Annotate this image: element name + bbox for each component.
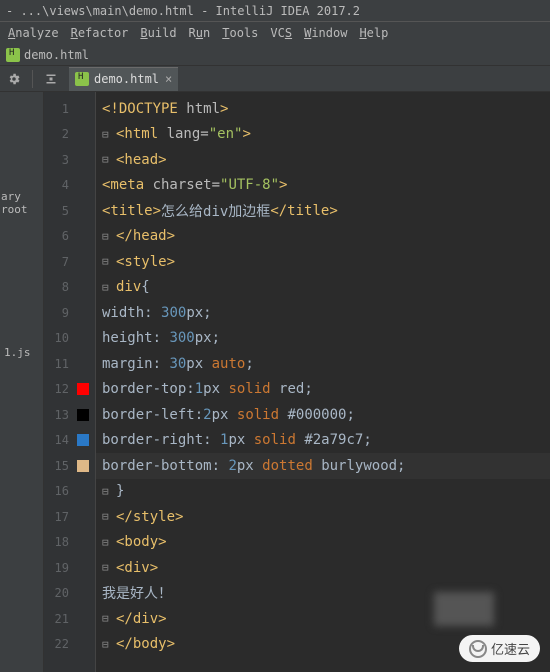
line-number[interactable]: 15	[44, 453, 95, 479]
line-number[interactable]: 20	[44, 581, 95, 607]
html-file-icon	[6, 48, 20, 62]
fold-icon[interactable]: ⊟	[102, 536, 112, 549]
fold-icon[interactable]: ⊟	[102, 561, 112, 574]
code-line[interactable]: ⊟<body>	[96, 530, 550, 556]
menu-run[interactable]: Run	[189, 26, 211, 40]
breadcrumb-file[interactable]: demo.html	[24, 48, 89, 62]
html-file-icon	[75, 72, 89, 86]
collapse-icon[interactable]	[43, 71, 59, 87]
watermark-text: 亿速云	[491, 639, 530, 658]
watermark: 亿速云	[459, 635, 540, 662]
code-line[interactable]: border-bottom: 2px dotted burlywood;	[96, 453, 550, 479]
line-number[interactable]: 21	[44, 606, 95, 632]
color-swatch-blue[interactable]	[77, 434, 89, 446]
code-line[interactable]: width: 300px;	[96, 300, 550, 326]
line-number[interactable]: 5	[44, 198, 95, 224]
code-line[interactable]: border-left:2px solid #000000;	[96, 402, 550, 428]
window-title: - ...\views\main\demo.html - IntelliJ ID…	[6, 4, 360, 18]
line-number[interactable]: 17	[44, 504, 95, 530]
code-editor[interactable]: <!DOCTYPE html> ⊟<html lang="en"> ⊟<head…	[96, 92, 550, 672]
menu-analyze[interactable]: Analyze	[8, 26, 59, 40]
code-line[interactable]: <meta charset="UTF-8">	[96, 173, 550, 199]
code-line[interactable]: <title>怎么给div加边框</title>	[96, 198, 550, 224]
fold-icon[interactable]: ⊟	[102, 638, 112, 651]
fold-icon[interactable]: ⊟	[102, 128, 112, 141]
menu-help[interactable]: Help	[359, 26, 388, 40]
menu-bar: Analyze Refactor Build Run Tools VCS Win…	[0, 22, 550, 44]
fold-icon[interactable]: ⊟	[102, 255, 112, 268]
line-number[interactable]: 13	[44, 402, 95, 428]
code-line[interactable]: margin: 30px auto;	[96, 351, 550, 377]
fold-icon[interactable]: ⊟	[102, 485, 112, 498]
tab-label: demo.html	[94, 72, 159, 86]
separator	[32, 70, 33, 88]
fold-icon[interactable]: ⊟	[102, 612, 112, 625]
code-line[interactable]: height: 300px;	[96, 326, 550, 352]
code-line[interactable]: ⊟ div{	[96, 275, 550, 301]
line-number[interactable]: 16	[44, 479, 95, 505]
code-line[interactable]: ⊟</head>	[96, 224, 550, 250]
menu-vcs[interactable]: VCS	[270, 26, 292, 40]
code-line[interactable]: ⊟<html lang="en">	[96, 122, 550, 148]
line-number[interactable]: 11	[44, 351, 95, 377]
settings-icon[interactable]	[6, 71, 22, 87]
fold-icon[interactable]: ⊟	[102, 230, 112, 243]
code-line[interactable]: border-top:1px solid red;	[96, 377, 550, 403]
line-number[interactable]: 3	[44, 147, 95, 173]
color-swatch-red[interactable]	[77, 383, 89, 395]
gutter: 1 2 3 4 5 6 7 8 9 10 11 12 13 14 15 16 1…	[44, 92, 96, 672]
line-number[interactable]: 6	[44, 224, 95, 250]
code-line[interactable]: ⊟<head>	[96, 147, 550, 173]
color-swatch-black[interactable]	[77, 409, 89, 421]
line-number[interactable]: 22	[44, 632, 95, 658]
line-number[interactable]: 19	[44, 555, 95, 581]
line-number[interactable]: 18	[44, 530, 95, 556]
code-line[interactable]: border-right: 1px solid #2a79c7;	[96, 428, 550, 454]
blurred-region	[434, 592, 494, 626]
menu-refactor[interactable]: Refactor	[71, 26, 129, 40]
close-icon[interactable]: ×	[165, 72, 172, 86]
line-number[interactable]: 8	[44, 275, 95, 301]
color-swatch-burlywood[interactable]	[77, 460, 89, 472]
code-line[interactable]: <!DOCTYPE html>	[96, 96, 550, 122]
line-number[interactable]: 9	[44, 300, 95, 326]
line-number[interactable]: 4	[44, 173, 95, 199]
line-number[interactable]: 12	[44, 377, 95, 403]
line-number[interactable]: 10	[44, 326, 95, 352]
window-title-bar: - ...\views\main\demo.html - IntelliJ ID…	[0, 0, 550, 22]
project-panel[interactable]: ary root 1.js	[0, 92, 44, 672]
menu-tools[interactable]: Tools	[222, 26, 258, 40]
menu-window[interactable]: Window	[304, 26, 347, 40]
code-line[interactable]: ⊟ <div>	[96, 555, 550, 581]
breadcrumb-bar: demo.html	[0, 44, 550, 66]
line-number[interactable]: 2	[44, 122, 95, 148]
line-number[interactable]: 14	[44, 428, 95, 454]
fold-icon[interactable]: ⊟	[102, 153, 112, 166]
main-area: ary root 1.js 1 2 3 4 5 6 7 8 9 10 11 12…	[0, 92, 550, 672]
library-root-label: ary root	[0, 188, 43, 218]
code-line[interactable]: ⊟ }	[96, 479, 550, 505]
code-line[interactable]: ⊟<style>	[96, 249, 550, 275]
menu-build[interactable]: Build	[140, 26, 176, 40]
js-file-label[interactable]: 1.js	[4, 346, 31, 359]
cloud-icon	[469, 640, 487, 658]
fold-icon[interactable]: ⊟	[102, 281, 112, 294]
tab-bar: demo.html ×	[69, 66, 178, 92]
line-number[interactable]: 7	[44, 249, 95, 275]
line-number[interactable]: 1	[44, 96, 95, 122]
tab-demo-html[interactable]: demo.html ×	[69, 67, 178, 91]
code-line[interactable]: ⊟</style>	[96, 504, 550, 530]
toolbar-row: demo.html ×	[0, 66, 550, 92]
fold-icon[interactable]: ⊟	[102, 510, 112, 523]
